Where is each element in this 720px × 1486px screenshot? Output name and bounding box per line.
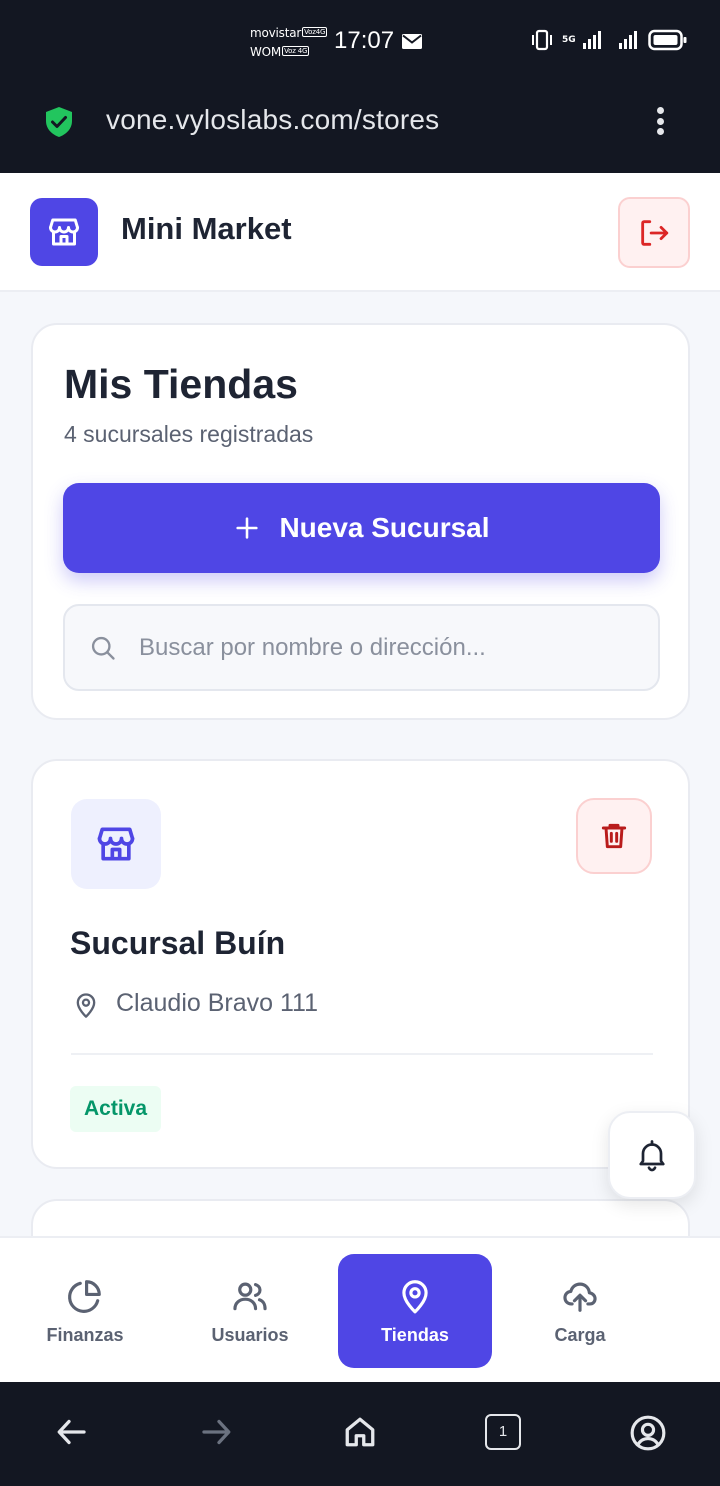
menu-dot	[656, 117, 664, 125]
new-store-button[interactable]: Nueva Sucursal	[63, 483, 660, 573]
nav-item-finanzas[interactable]: Finanzas	[22, 1254, 148, 1368]
nav-label-tiendas: Tiendas	[381, 1324, 449, 1345]
browser-menu-button[interactable]	[648, 104, 672, 138]
store-address: Claudio Bravo 111	[116, 989, 318, 1017]
page-title: Mis Tiendas	[64, 361, 298, 407]
battery-icon	[648, 29, 687, 51]
nav-item-usuarios[interactable]: Usuarios	[186, 1254, 314, 1368]
carrier-1-tag: Voz4G	[302, 27, 328, 37]
search-input[interactable]	[139, 606, 639, 689]
logout-button[interactable]	[618, 197, 690, 268]
system-icons: 5G	[530, 29, 688, 51]
stores-summary-card: Mis Tiendas 4 sucursales registradas Nue…	[31, 323, 690, 720]
map-pin-icon	[402, 1279, 428, 1313]
logout-icon	[641, 219, 669, 246]
search-box[interactable]	[63, 604, 660, 691]
nav-label-finanzas: Finanzas	[46, 1324, 124, 1345]
nav-label-usuarios: Usuarios	[211, 1324, 289, 1345]
trash-icon	[601, 823, 627, 849]
menu-dot	[656, 107, 664, 114]
back-arrow-icon[interactable]	[54, 1414, 90, 1450]
carrier-2-tag: Voz 4G	[282, 46, 310, 56]
card-divider	[71, 1053, 653, 1055]
upload-cloud-icon	[563, 1282, 597, 1312]
menu-dot	[656, 128, 664, 135]
store-card[interactable]: Sucursal Buín Claudio Bravo 111 Activa	[31, 759, 690, 1169]
home-icon[interactable]	[342, 1414, 378, 1450]
carrier-info: movistar Voz4G WOM Voz 4G	[250, 24, 328, 62]
store-icon	[97, 827, 135, 861]
app-header: Mini Market	[0, 173, 720, 292]
app-logo	[30, 198, 98, 266]
nav-item-tiendas[interactable]: Tiendas	[338, 1254, 492, 1368]
url-text[interactable]: vone.vyloslabs.com/stores	[106, 104, 439, 136]
store-icon	[49, 218, 79, 246]
carrier-1-name: movistar	[250, 26, 302, 40]
bell-icon	[639, 1140, 665, 1172]
status-badge: Activa	[70, 1086, 162, 1132]
nav-label-carga: Carga	[554, 1324, 606, 1345]
status-bar: movistar Voz4G WOM Voz 4G 17:07 5G	[0, 0, 720, 84]
users-icon	[233, 1282, 267, 1310]
app-title: Mini Market	[121, 211, 292, 246]
forward-arrow-icon[interactable]	[198, 1414, 234, 1450]
store-avatar	[71, 799, 161, 889]
new-store-label: Nueva Sucursal	[279, 512, 490, 543]
mail-icon	[402, 34, 422, 49]
browser-address-bar[interactable]: vone.vyloslabs.com/stores	[0, 84, 720, 173]
vibrate-icon	[532, 29, 552, 51]
carrier-2-name: WOM	[250, 45, 282, 59]
signal-1-icon	[583, 31, 601, 49]
map-pin-icon	[76, 993, 96, 1018]
bottom-navigation: Finanzas Usuarios Tiendas Carga	[0, 1236, 720, 1382]
secure-shield-icon	[46, 107, 72, 137]
signal-2-icon	[619, 31, 637, 49]
account-icon[interactable]	[629, 1414, 667, 1452]
search-icon	[91, 636, 115, 660]
store-name: Sucursal Buín	[70, 925, 286, 961]
browser-navigation-bar: 1	[0, 1382, 720, 1486]
notifications-button[interactable]	[608, 1111, 696, 1199]
network-type-label: 5G	[562, 34, 576, 45]
tabs-button[interactable]: 1	[485, 1414, 521, 1450]
pie-chart-icon	[68, 1279, 101, 1313]
stores-count-subtitle: 4 sucursales registradas	[64, 421, 314, 447]
nav-item-carga[interactable]: Carga	[524, 1254, 636, 1368]
plus-icon	[236, 517, 259, 539]
delete-store-button[interactable]	[576, 798, 652, 874]
status-clock: 17:07	[334, 27, 395, 54]
